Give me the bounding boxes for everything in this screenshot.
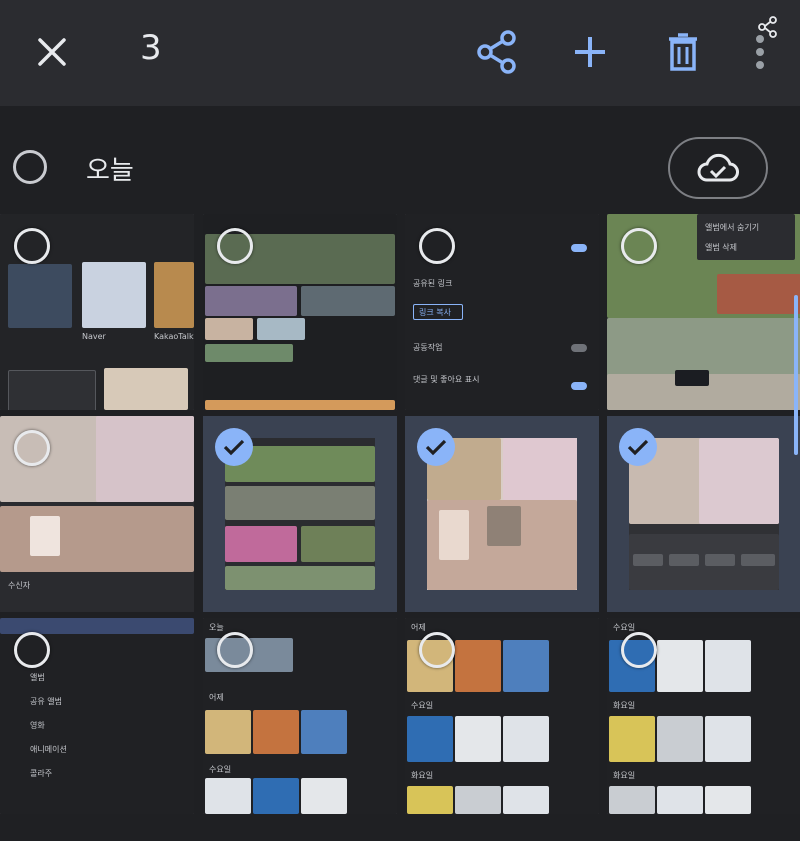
photo-tile[interactable]: 어제 수요일 화요일 [405,618,599,814]
photo-tile-selected[interactable] [203,416,397,612]
selected-check-icon[interactable] [215,428,253,466]
date-label: 오늘 [86,156,134,186]
bottom-strip [0,814,800,841]
app-label: Naver [82,332,106,341]
app-label: KakaoTalk [154,332,194,341]
select-circle[interactable] [621,632,657,668]
select-circle[interactable] [217,228,253,264]
date-mini-label: 오늘 [209,623,224,632]
album-menu-item: 앨범에서 숨기기 [705,223,760,232]
date-mini-label: 수요일 [209,765,232,774]
backup-button[interactable] [668,137,768,199]
selected-count: 3 [140,28,162,68]
select-circle[interactable] [621,228,657,264]
menu-item: 영화 [30,721,45,730]
date-mini-label: 수요일 [613,623,636,632]
select-circle[interactable] [419,228,455,264]
photo-tile[interactable] [203,214,397,410]
link-copy-label: 링크 복사 [419,308,451,317]
photo-tile[interactable]: 앨범 공유 앨범 영화 애니메이션 콜라주 [0,618,194,814]
menu-item: 앨범 [30,673,45,682]
menu-item: 콜라주 [30,769,53,778]
close-icon[interactable] [22,22,82,82]
menu-item: 공유 앨범 [30,697,62,706]
select-circle[interactable] [419,632,455,668]
select-circle[interactable] [14,632,50,668]
select-day-circle[interactable] [13,150,47,184]
cloud-done-icon [697,154,739,182]
delete-icon[interactable] [653,22,713,82]
photo-grid: Naver KakaoTalk 공유된 링크 링크 복사 공동작업 댓글 및 좋… [0,214,800,814]
mini-share-icon [758,16,778,42]
date-mini-label: 화요일 [613,771,636,780]
scrollbar[interactable] [794,295,798,455]
select-circle[interactable] [14,228,50,264]
photo-tile[interactable]: 수신자 [0,416,194,612]
photo-tile[interactable]: 오늘 어제 수요일 [203,618,397,814]
select-circle[interactable] [217,632,253,668]
comments-label: 댓글 및 좋아요 표시 [413,375,480,384]
photo-tile[interactable]: Naver KakaoTalk [0,214,194,410]
caption-label: 수신자 [8,581,31,590]
select-circle[interactable] [14,430,50,466]
date-mini-label: 화요일 [613,701,636,710]
date-mini-label: 어제 [209,693,224,702]
date-mini-label: 수요일 [411,701,434,710]
collab-label: 공동작업 [413,343,443,352]
photo-tile[interactable]: 수요일 화요일 화요일 [607,618,800,814]
date-mini-label: 어제 [411,623,426,632]
share-link-label: 공유된 링크 [413,279,453,288]
photo-tile[interactable]: 공유된 링크 링크 복사 공동작업 댓글 및 좋아요 표시 [405,214,599,410]
photo-tile[interactable]: 앨범에서 숨기기 앨범 삭제 [607,214,800,410]
album-menu-item: 앨범 삭제 [705,243,737,252]
add-icon[interactable] [560,22,620,82]
photo-tile-selected[interactable] [405,416,599,612]
date-mini-label: 화요일 [411,771,434,780]
menu-item: 애니메이션 [30,745,67,754]
share-icon[interactable] [467,22,527,82]
selected-check-icon[interactable] [417,428,455,466]
selection-toolbar: 3 [0,0,800,107]
photo-tile-selected[interactable] [607,416,800,612]
selected-check-icon[interactable] [619,428,657,466]
